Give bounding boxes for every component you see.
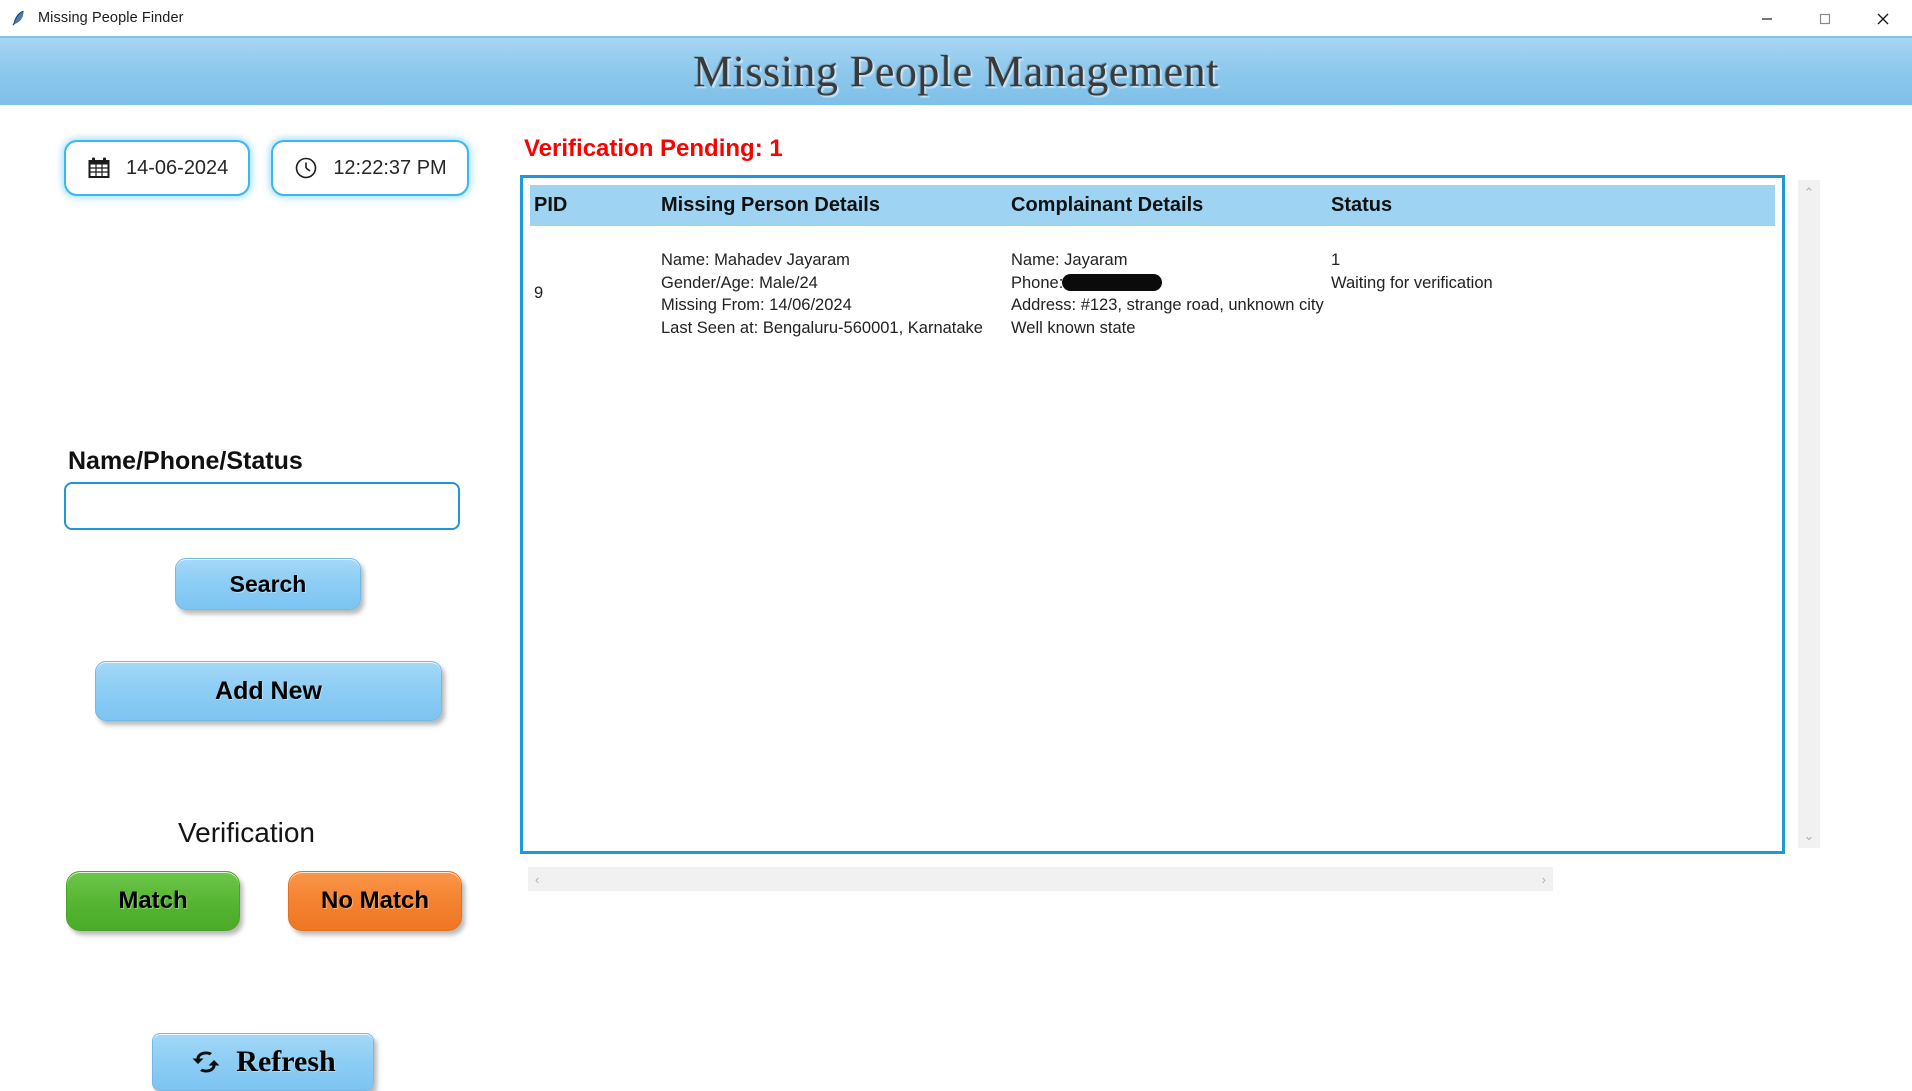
refresh-button-label: Refresh [236, 1045, 336, 1078]
column-header-status: Status [1331, 194, 1393, 216]
cell-complainant-details: Name: Jayaram Phone: Address: #123, stra… [1007, 249, 1327, 339]
scroll-left-icon[interactable]: ‹ [535, 873, 539, 886]
column-header-complainant-details: Complainant Details [1011, 194, 1204, 216]
time-chip: 12:22:37 PM [271, 140, 469, 196]
table-body: 9 Name: Mahadev Jayaram Gender/Age: Male… [530, 226, 1775, 339]
window-titlebar: Missing People Finder [0, 0, 1912, 38]
feather-icon [10, 9, 28, 27]
missing-person-last-seen: Last Seen at: Bengaluru-560001, Karnatak… [661, 318, 983, 337]
horizontal-scrollbar[interactable]: ‹ › [528, 867, 1553, 891]
page-title: Missing People Management [693, 47, 1219, 96]
window-controls [1738, 0, 1912, 38]
cell-status: 1 Waiting for verification [1327, 249, 1547, 294]
scroll-up-icon[interactable]: ⌃ [1804, 186, 1815, 199]
refresh-icon [190, 1047, 222, 1077]
date-chip: 14-06-2024 [64, 140, 251, 196]
status-code: 1 [1331, 251, 1341, 269]
table-row[interactable]: 9 Name: Mahadev Jayaram Gender/Age: Male… [530, 226, 1775, 339]
missing-person-name: Name: Mahadev Jayaram [661, 251, 850, 269]
verification-section-label: Verification [178, 817, 315, 848]
search-input[interactable] [64, 482, 460, 530]
scroll-right-icon[interactable]: › [1542, 873, 1546, 886]
column-header-missing-person-details: Missing Person Details [661, 194, 880, 216]
match-button[interactable]: Match [66, 871, 240, 931]
complainant-name: Name: Jayaram [1011, 251, 1128, 269]
main-content: 14-06-2024 12:22:37 PM Name/Phone/Status… [0, 105, 1912, 1091]
complainant-phone-row: Phone: [1011, 272, 1327, 295]
vertical-scrollbar[interactable]: ⌃ ⌄ [1798, 180, 1820, 848]
status-text: Waiting for verification [1331, 273, 1493, 292]
complainant-address: Address: #123, strange road, unknown cit… [1011, 296, 1324, 314]
sidebar-panel: 14-06-2024 12:22:37 PM Name/Phone/Status… [0, 105, 520, 1091]
add-new-button[interactable]: Add New [95, 661, 442, 721]
close-button[interactable] [1854, 0, 1912, 38]
scroll-down-icon[interactable]: ⌄ [1804, 829, 1815, 842]
search-button[interactable]: Search [175, 558, 361, 610]
cell-missing-person-details: Name: Mahadev Jayaram Gender/Age: Male/2… [657, 249, 1007, 339]
calendar-icon [86, 155, 112, 181]
maximize-button[interactable] [1796, 0, 1854, 38]
missing-person-gender-age: Gender/Age: Male/24 [661, 273, 818, 292]
no-match-button[interactable]: No Match [288, 871, 462, 931]
refresh-button[interactable]: Refresh [152, 1033, 374, 1091]
window-title: Missing People Finder [38, 10, 184, 26]
cell-pid: 9 [534, 284, 544, 302]
minimize-button[interactable] [1738, 0, 1796, 38]
complainant-address-state: Well known state [1011, 318, 1136, 337]
time-value: 12:22:37 PM [333, 156, 447, 179]
date-value: 14-06-2024 [126, 156, 229, 179]
app-header-banner: Missing People Management [0, 38, 1912, 105]
verification-pending-status: Verification Pending: 1 [524, 135, 783, 162]
table-header-row: PID Missing Person Details Complainant D… [530, 185, 1775, 226]
redaction-bar [1062, 273, 1163, 291]
missing-person-missing-from: Missing From: 14/06/2024 [661, 296, 852, 314]
clock-icon [293, 155, 319, 181]
search-field-label: Name/Phone/Status [68, 447, 303, 475]
datetime-chip-row: 14-06-2024 12:22:37 PM [64, 140, 469, 196]
titlebar-left-group: Missing People Finder [0, 9, 184, 27]
records-panel: Verification Pending: 1 PID Missing Pers… [520, 105, 1912, 1023]
records-table: PID Missing Person Details Complainant D… [520, 175, 1785, 854]
complainant-phone-label: Phone: [1011, 273, 1064, 292]
column-header-pid: PID [534, 194, 568, 216]
